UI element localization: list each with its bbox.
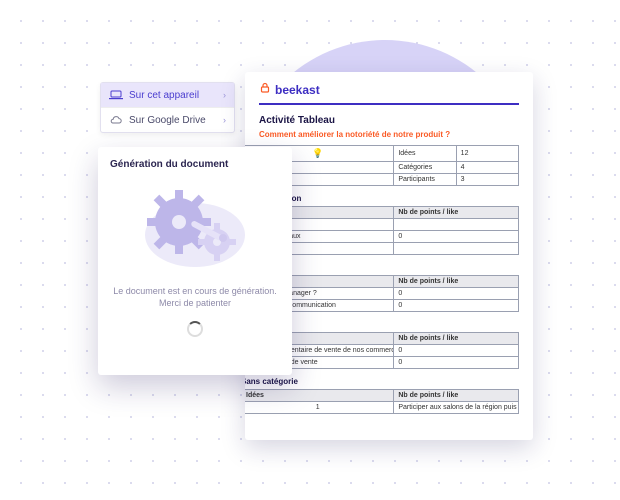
summary-label: Participants — [394, 174, 456, 186]
chevron-right-icon: › — [223, 115, 226, 125]
points-cell: 0 — [394, 300, 519, 312]
summary-value: 3 — [456, 174, 518, 186]
activity-title: Activité Tableau — [259, 115, 519, 126]
summary-label: Idées — [394, 146, 456, 162]
lock-icon — [259, 82, 271, 97]
col-header: Nb de points / like — [394, 333, 519, 345]
chevron-right-icon: › — [223, 90, 226, 100]
activity-question: Comment améliorer la notoriété de notre … — [259, 130, 519, 139]
col-header: Nb de points / like — [394, 390, 519, 402]
brand-header: beekast — [259, 82, 519, 105]
points-cell: 0 — [394, 288, 519, 300]
col-header: Nb de points / like — [394, 276, 519, 288]
export-item-drive[interactable]: Sur Google Drive › — [101, 108, 234, 132]
points-cell — [394, 219, 519, 231]
points-cell: 0 — [394, 231, 519, 243]
section-table: IdéesNb de points / like 1Participer aux… — [245, 389, 519, 414]
brand-name: beekast — [275, 83, 320, 97]
col-header: Idées — [245, 390, 394, 402]
points-cell: 0 — [394, 357, 519, 369]
col-header: Nb de points / like — [394, 207, 519, 219]
export-item-device[interactable]: Sur cet appareil › — [101, 83, 234, 108]
summary-value: 4 — [456, 162, 518, 174]
modal-title: Génération du document — [110, 159, 228, 170]
export-item-label: Sur Google Drive — [129, 115, 223, 126]
cloud-icon — [109, 114, 123, 126]
loading-spinner-icon — [187, 321, 203, 337]
modal-message: Le document est en cours de génération. … — [113, 285, 277, 309]
row-index: 1 — [245, 402, 394, 414]
summary-value: 12 — [456, 146, 518, 162]
idea-cell: Participer aux salons de la région puis … — [394, 402, 519, 414]
laptop-icon — [109, 89, 123, 101]
export-menu: Sur cet appareil › Sur Google Drive › — [100, 82, 235, 133]
gears-illustration — [135, 180, 255, 275]
summary-label: Catégories — [394, 162, 456, 174]
category-title: Sans catégorie — [245, 377, 519, 386]
points-cell: 0 — [394, 345, 519, 357]
generation-modal: Génération du document — [98, 147, 292, 375]
export-item-label: Sur cet appareil — [129, 90, 223, 101]
